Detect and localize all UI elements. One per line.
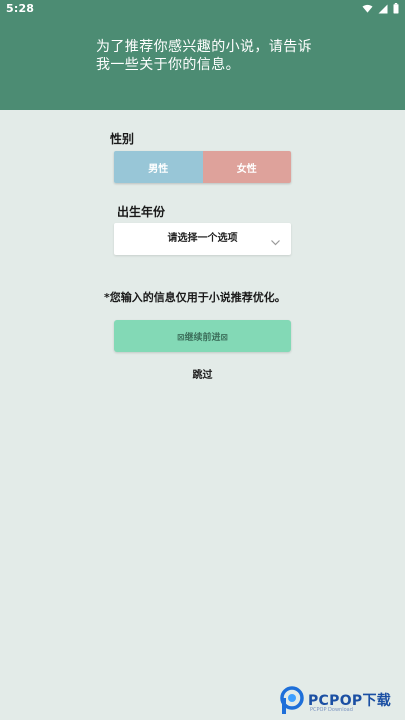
- battery-icon: [393, 3, 399, 14]
- skip-link[interactable]: 跳过: [0, 366, 405, 381]
- gender-label: 性别: [110, 132, 135, 146]
- continue-button[interactable]: ⊠继续前进⊠: [114, 320, 291, 352]
- chevron-down-icon: [270, 233, 281, 252]
- signal-icon: [378, 4, 388, 14]
- header: 5:28 为了推荐你感兴趣的小说，请告诉我一些关于你的信息。: [0, 0, 405, 110]
- birth-year-select-placeholder: 请选择一个选项: [167, 233, 238, 244]
- pcpop-logo-icon: [280, 685, 306, 719]
- gender-toggle: 男性 女性: [114, 151, 291, 183]
- status-icons: [362, 3, 399, 14]
- birth-year-select[interactable]: 请选择一个选项: [114, 223, 291, 255]
- status-time: 5:28: [6, 2, 35, 15]
- watermark-sub: PCPOP Download: [310, 707, 353, 713]
- gender-option-female[interactable]: 女性: [202, 151, 291, 183]
- gender-option-male[interactable]: 男性: [114, 151, 203, 183]
- watermark: PCPOP下载 PCPOP Download: [280, 685, 400, 715]
- wifi-icon: [362, 4, 373, 13]
- birth-year-label: 出生年份: [117, 205, 166, 219]
- header-prompt: 为了推荐你感兴趣的小说，请告诉我一些关于你的信息。: [96, 39, 312, 73]
- status-bar: 5:28: [0, 0, 405, 18]
- privacy-note: *您输入的信息仅用于小说推荐优化。: [104, 291, 286, 304]
